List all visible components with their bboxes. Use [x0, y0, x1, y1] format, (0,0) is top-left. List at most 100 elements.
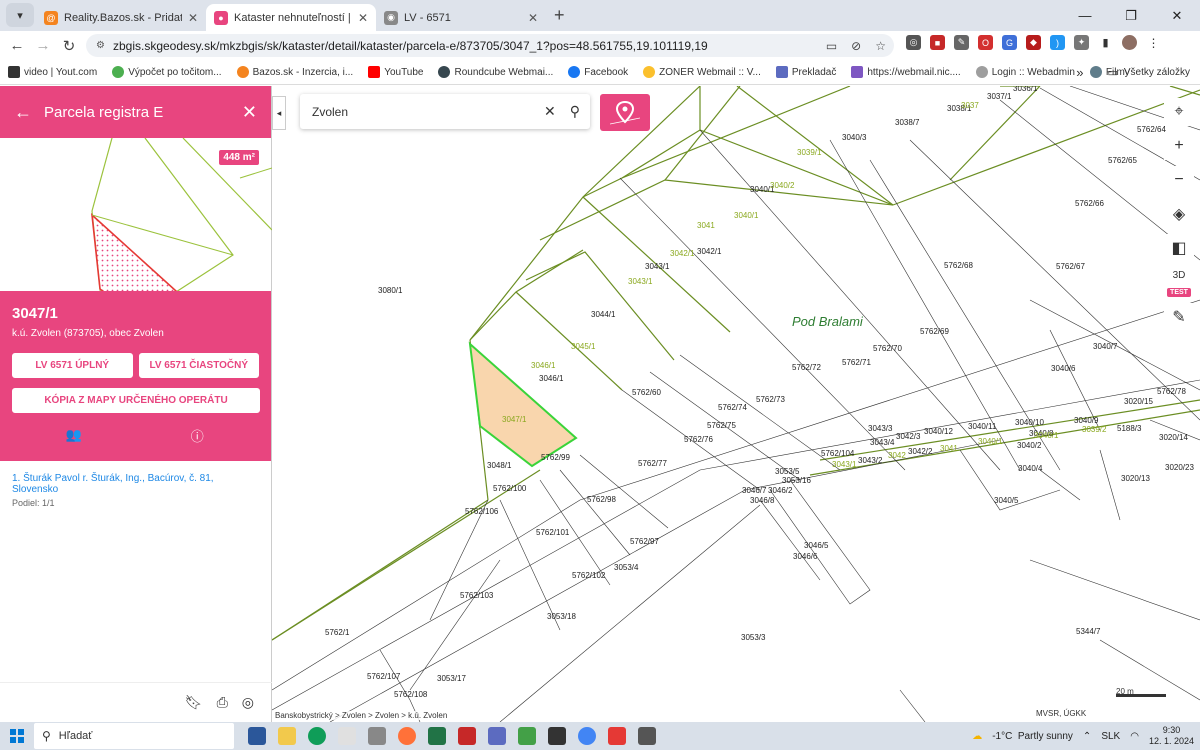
parcel-mode-button[interactable]: [600, 94, 650, 131]
edge-icon[interactable]: [308, 727, 326, 745]
bookmark-item[interactable]: Prekladač: [775, 66, 836, 78]
translate-icon[interactable]: G: [1002, 35, 1017, 50]
language-indicator[interactable]: SLK: [1101, 731, 1120, 742]
star-icon[interactable]: ☆: [875, 39, 886, 53]
collapse-panel-button[interactable]: ◂: [272, 96, 286, 130]
minimize-icon[interactable]: —: [1062, 0, 1108, 31]
windows-start-icon[interactable]: [0, 729, 34, 743]
my-location-icon[interactable]: ⌖: [1164, 98, 1194, 126]
owner-name-link[interactable]: 1. Šturák Pavol r. Šturák, Ing., Bacúrov…: [12, 473, 259, 495]
tab-bazos[interactable]: @ Reality.Bazos.sk - Pridať inzerát ✕: [36, 4, 206, 31]
bookmark-item[interactable]: Bazos.sk - Inzercia, i...: [236, 66, 353, 78]
parcel-label: 3046/7: [742, 486, 767, 495]
bookmarks-overflow-button[interactable]: »: [1076, 65, 1083, 80]
webmail-icon: [851, 66, 864, 78]
webadmin-icon: [975, 66, 988, 78]
opera-icon[interactable]: O: [978, 35, 993, 50]
cast-icon[interactable]: ▭: [826, 39, 837, 53]
restore-icon[interactable]: ❐: [1108, 0, 1154, 31]
owners-tab[interactable]: 👥: [12, 425, 136, 445]
bookmark-icon[interactable]: 🔖︎: [185, 694, 203, 711]
app-icon[interactable]: [638, 727, 656, 745]
layers-icon[interactable]: ◈: [1164, 200, 1194, 228]
puzzle-icon[interactable]: ✦: [1074, 35, 1089, 50]
close-tab-icon[interactable]: ✕: [358, 11, 368, 25]
back-icon[interactable]: ←: [4, 37, 30, 54]
extension-icon[interactable]: ✎: [954, 35, 969, 50]
compare-icon[interactable]: ◧: [1164, 234, 1194, 262]
sidebar-icon[interactable]: ▮: [1098, 35, 1113, 50]
close-window-icon[interactable]: ✕: [1154, 0, 1200, 31]
clock-date: 12. 1. 2024: [1148, 736, 1194, 746]
parcel-label: 3040/1: [1034, 431, 1059, 440]
extension-icon[interactable]: ◆: [1026, 35, 1041, 50]
excel-icon[interactable]: [428, 727, 446, 745]
search-box[interactable]: Zvolen ✕ ⚲: [300, 94, 590, 129]
parcel-label: 3053/3: [741, 633, 766, 642]
parcel-label: 5762/60: [632, 388, 661, 397]
bookmark-item[interactable]: Login :: Webadmin: [975, 66, 1075, 78]
media-icon[interactable]: [368, 727, 386, 745]
lv-partial-button[interactable]: LV 6571 ČIASTOČNÝ: [138, 353, 259, 378]
bookmark-item[interactable]: video | Yout.com: [8, 66, 97, 78]
firefox-icon[interactable]: [398, 727, 416, 745]
parcel-label: 5762/101: [536, 528, 570, 537]
chrome-icon[interactable]: [578, 727, 596, 745]
avatar[interactable]: [1122, 35, 1137, 50]
bookmark-item[interactable]: ZONER Webmail :: V...: [643, 66, 761, 78]
back-arrow-icon[interactable]: ←: [14, 102, 32, 123]
lv-full-button[interactable]: LV 6571 ÚPLNÝ: [12, 353, 133, 378]
all-bookmarks-link[interactable]: Všetky záložky: [1124, 67, 1190, 78]
map-canvas[interactable]: 3080/13044/13043/13042/13040/13040/33038…: [272, 86, 1200, 722]
cadastral-map[interactable]: 3080/1 3044/1 3043/1 3042/1 3040/1 3040/3 3038…: [272, 86, 1200, 722]
new-tab-button[interactable]: +: [554, 5, 565, 26]
app-icon[interactable]: [518, 727, 536, 745]
taskbar-apps: [248, 727, 656, 745]
wifi-icon[interactable]: ◠: [1130, 731, 1139, 742]
site-info-icon[interactable]: ⚙: [96, 40, 105, 51]
map-measure-icon[interactable]: ✎: [1164, 303, 1194, 331]
tray-chevron-icon[interactable]: ⌃: [1083, 731, 1091, 742]
map-copy-button[interactable]: KÓPIA Z MAPY URČENÉHO OPERÁTU: [12, 388, 260, 413]
app-icon[interactable]: [458, 727, 476, 745]
zoom-in-button[interactable]: +: [1164, 132, 1194, 160]
clock[interactable]: 9:30 12. 1. 2024: [1149, 725, 1194, 747]
menu-icon[interactable]: ⋮: [1146, 35, 1161, 50]
forward-icon[interactable]: →: [30, 37, 56, 54]
tab-kataster[interactable]: ● Kataster nehnuteľností | ZBGIS ✕: [206, 4, 376, 31]
locate-icon[interactable]: ◎: [242, 694, 254, 711]
bookmark-item[interactable]: Facebook: [568, 66, 628, 78]
reload-icon[interactable]: ↻: [56, 37, 82, 55]
search-input[interactable]: Zvolen: [312, 105, 544, 119]
tab-lv[interactable]: ◉ LV - 6571 ✕: [376, 4, 546, 31]
owner-list: 1. Šturák Pavol r. Šturák, Ing., Bacúrov…: [0, 461, 271, 520]
close-tab-icon[interactable]: ✕: [528, 11, 538, 25]
tab-search-icon[interactable]: ▾: [6, 3, 34, 27]
clear-icon[interactable]: ✕: [544, 103, 556, 120]
url-bar[interactable]: ⚙ zbgis.skgeodesy.sk/mkzbgis/sk/kataster…: [86, 34, 894, 57]
app-icon[interactable]: [548, 727, 566, 745]
pdf-icon[interactable]: [608, 727, 626, 745]
extension-icon[interactable]: ): [1050, 35, 1065, 50]
bookmark-item[interactable]: Výpočet po točitom...: [112, 66, 222, 78]
word-icon[interactable]: [248, 727, 266, 745]
zoom-out-button[interactable]: −: [1164, 166, 1194, 194]
bookmark-item[interactable]: https://webmail.nic....: [851, 66, 961, 78]
details-tab[interactable]: ⓘ: [136, 425, 260, 445]
3d-button[interactable]: 3D: [1164, 268, 1194, 282]
bookmark-item[interactable]: YouTube: [368, 66, 423, 78]
search-icon[interactable]: ⚲: [570, 103, 580, 120]
eye-off-icon[interactable]: ⊘: [851, 39, 861, 53]
print-icon[interactable]: ⎙: [217, 694, 228, 711]
bookmark-item[interactable]: Roundcube Webmai...: [438, 66, 553, 78]
extension-icon[interactable]: ■: [930, 35, 945, 50]
app-icon[interactable]: [488, 727, 506, 745]
weather-text: -1°C Partly sunny: [992, 730, 1073, 742]
folder-icon[interactable]: [278, 727, 296, 745]
taskbar-search[interactable]: ⚲ Hľadať: [34, 723, 234, 749]
close-tab-icon[interactable]: ✕: [188, 11, 198, 25]
store-icon[interactable]: [338, 727, 356, 745]
selected-parcel-3047-1[interactable]: [468, 341, 578, 468]
extension-icon[interactable]: ◎: [906, 35, 921, 50]
close-icon[interactable]: ✕: [242, 102, 257, 123]
